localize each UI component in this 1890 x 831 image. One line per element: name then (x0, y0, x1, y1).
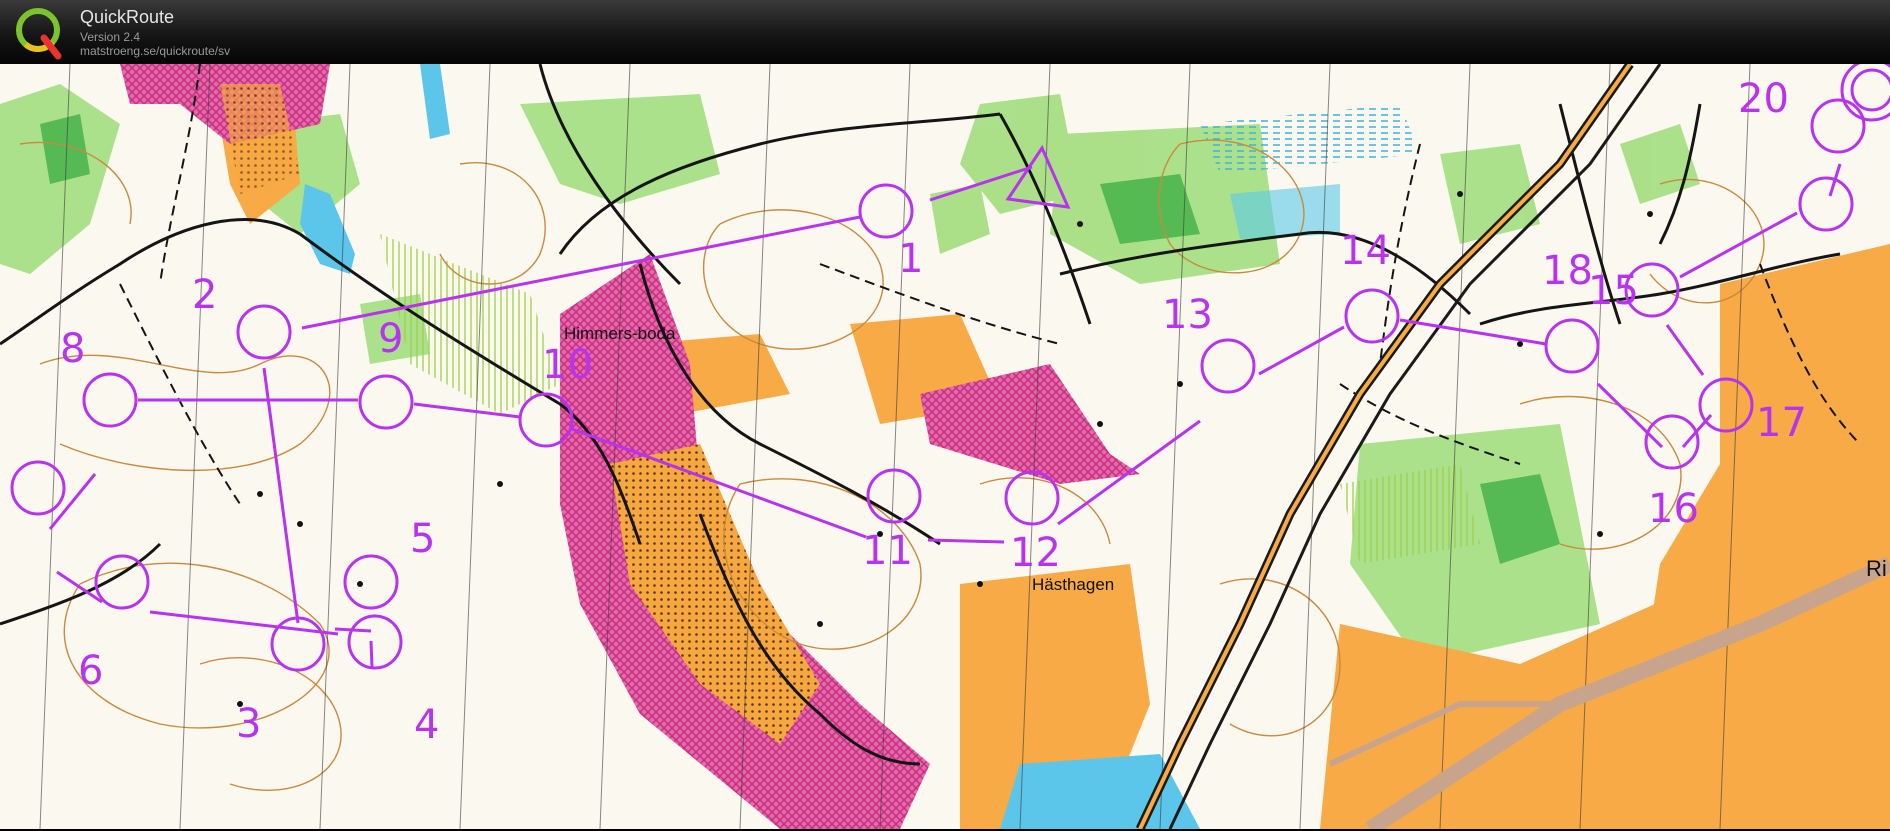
app-header: QuickRoute Version 2.4 matstroeng.se/qui… (0, 0, 1890, 64)
place-name-himmersboda: Himmers-boda (564, 324, 676, 343)
control-number-20: 20 (1738, 76, 1789, 122)
place-name-ri: Ri (1866, 556, 1887, 581)
map-canvas[interactable]: 1 2 3 4 5 6 8 9 10 11 12 13 14 15 16 17 … (0, 64, 1890, 829)
control-number-6: 6 (78, 648, 103, 694)
control-number-16: 16 (1648, 486, 1699, 532)
app-title: QuickRoute (80, 7, 175, 27)
control-number-12: 12 (1010, 530, 1061, 576)
control-number-11: 11 (862, 528, 913, 574)
control-number-14: 14 (1340, 228, 1391, 274)
control-number-2: 2 (192, 272, 217, 318)
control-number-18: 18 (1542, 248, 1593, 294)
control-number-17: 17 (1756, 400, 1807, 446)
control-number-4: 4 (414, 702, 439, 748)
quickroute-logo-icon (16, 8, 62, 60)
control-number-10: 10 (542, 342, 593, 388)
app-version: Version 2.4 (80, 30, 141, 44)
control-number-3: 3 (236, 701, 261, 747)
place-name-hasthagen: Hästhagen (1032, 575, 1114, 594)
control-number-15: 15 (1588, 268, 1639, 314)
control-number-9: 9 (378, 316, 403, 362)
control-number-5: 5 (410, 516, 435, 562)
orienteering-map[interactable]: 1 2 3 4 5 6 8 9 10 11 12 13 14 15 16 17 … (0, 64, 1890, 829)
control-number-1: 1 (898, 236, 923, 282)
app-url: matstroeng.se/quickroute/sv (80, 44, 231, 58)
control-number-13: 13 (1162, 292, 1213, 338)
control-number-8: 8 (60, 326, 85, 372)
